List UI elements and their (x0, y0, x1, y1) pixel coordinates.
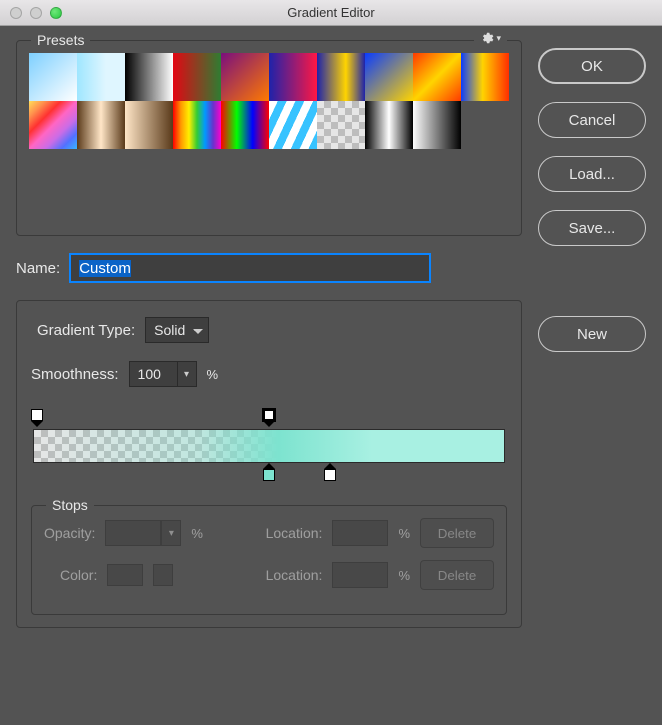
stop-location-label: Location: (266, 525, 323, 541)
presets-menu-button[interactable]: ▾ (474, 31, 507, 45)
new-button[interactable]: New (538, 316, 646, 352)
stops-panel: Stops Opacity: % Location: % Delete Colo… (31, 505, 507, 615)
preset-grid (29, 53, 509, 149)
delete-opacity-stop-button[interactable]: Delete (420, 518, 494, 548)
stop-location-input[interactable] (332, 520, 388, 546)
gradient-type-select[interactable]: Solid (145, 317, 209, 343)
preset-swatch[interactable] (29, 101, 77, 149)
chevron-down-icon[interactable] (177, 361, 197, 387)
gradient-settings-panel: Gradient Type: Solid Smoothness: % (16, 300, 522, 628)
gradient-type-label: Gradient Type: (37, 322, 135, 339)
gradient-preview[interactable] (33, 429, 505, 463)
stop-location-label: Location: (266, 567, 323, 583)
stop-location-unit: % (398, 526, 410, 541)
chevron-down-icon: ▾ (496, 33, 501, 44)
preset-swatch[interactable] (413, 101, 461, 149)
presets-panel: Presets ▾ (16, 40, 522, 236)
smoothness-input[interactable] (129, 361, 197, 387)
load-button[interactable]: Load... (538, 156, 646, 192)
gradient-ramp[interactable] (33, 405, 505, 491)
preset-swatch[interactable] (365, 53, 413, 101)
color-stop[interactable] (322, 463, 338, 479)
preset-swatch[interactable] (269, 53, 317, 101)
color-stop[interactable] (261, 463, 277, 479)
preset-swatch[interactable] (221, 53, 269, 101)
preset-swatch[interactable] (413, 53, 461, 101)
preset-swatch[interactable] (173, 101, 221, 149)
stop-opacity-label: Opacity: (44, 525, 95, 541)
preset-swatch[interactable] (317, 53, 365, 101)
stops-label: Stops (46, 497, 94, 513)
gradient-name-input[interactable] (70, 254, 430, 282)
preset-swatch[interactable] (173, 53, 221, 101)
gear-icon (480, 31, 494, 45)
preset-swatch[interactable] (125, 101, 173, 149)
chevron-down-icon[interactable] (153, 564, 173, 586)
stop-opacity-unit: % (191, 526, 203, 541)
ok-button[interactable]: OK (538, 48, 646, 84)
smoothness-unit: % (207, 367, 219, 382)
window-title: Gradient Editor (0, 5, 662, 20)
preset-swatch[interactable] (221, 101, 269, 149)
name-label: Name: (16, 260, 60, 277)
preset-swatch[interactable] (461, 53, 509, 101)
preset-swatch[interactable] (269, 101, 317, 149)
save-button[interactable]: Save... (538, 210, 646, 246)
opacity-stop[interactable] (29, 409, 45, 425)
smoothness-label: Smoothness: (31, 366, 119, 383)
preset-swatch[interactable] (125, 53, 173, 101)
opacity-stop[interactable] (261, 409, 277, 425)
preset-swatch[interactable] (365, 101, 413, 149)
preset-swatch[interactable] (77, 53, 125, 101)
stop-location-unit: % (398, 568, 410, 583)
title-bar: Gradient Editor (0, 0, 662, 26)
delete-color-stop-button[interactable]: Delete (420, 560, 494, 590)
cancel-button[interactable]: Cancel (538, 102, 646, 138)
stop-color-swatch[interactable] (107, 564, 143, 586)
stop-opacity-input[interactable] (105, 520, 181, 546)
stop-color-label: Color: (60, 567, 97, 583)
presets-label: Presets (31, 32, 90, 48)
preset-swatch[interactable] (317, 101, 365, 149)
stop-color-location-input[interactable] (332, 562, 388, 588)
preset-swatch[interactable] (77, 101, 125, 149)
preset-swatch[interactable] (29, 53, 77, 101)
